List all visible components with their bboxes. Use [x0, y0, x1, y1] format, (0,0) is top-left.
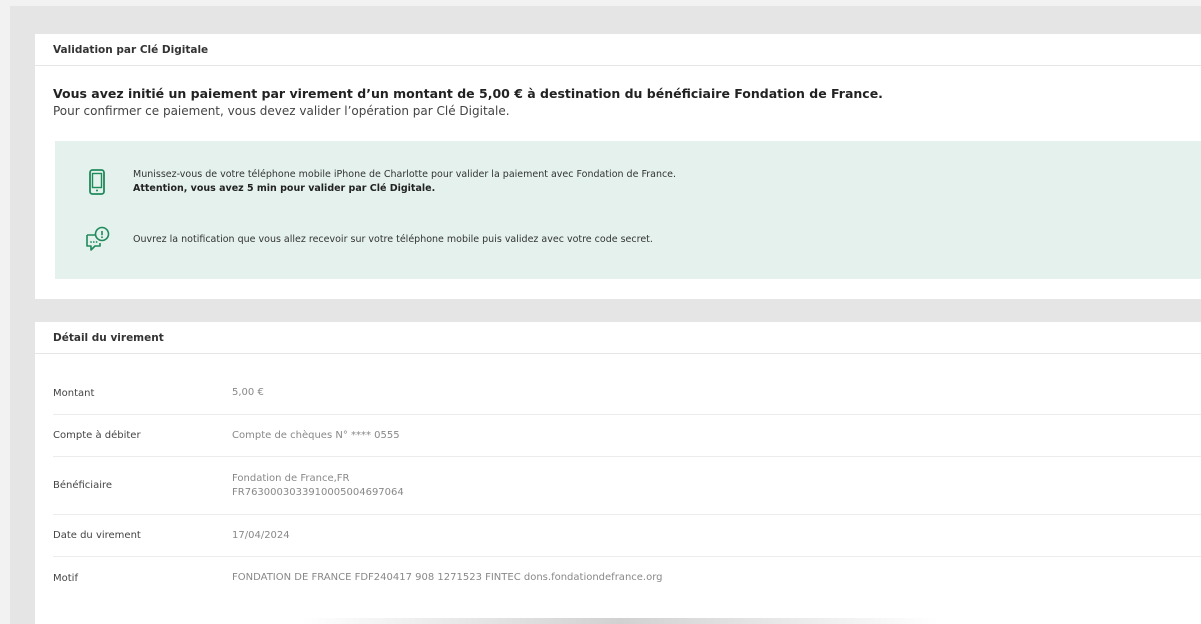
- detail-row-beneficiary: Bénéficiaire Fondation de France,FR FR76…: [53, 457, 1201, 515]
- amount-value: 5,00 €: [232, 387, 264, 398]
- detail-row-transfer-date: Date du virement 17/04/2024: [53, 515, 1201, 557]
- detail-row-amount: Montant 5,00 €: [53, 372, 1201, 415]
- notification-bubble-icon: [83, 226, 111, 254]
- validation-card-header: Validation par Clé Digitale: [35, 34, 1201, 66]
- debit-account-value: Compte de chèques N° **** 0555: [232, 429, 400, 441]
- bottom-shadow: [300, 618, 940, 624]
- payment-summary: Vous avez initié un paiement par viremen…: [53, 86, 883, 101]
- detail-label: Bénéficiaire: [53, 480, 113, 491]
- payment-instruction: Pour confirmer ce paiement, vous devez v…: [53, 104, 510, 118]
- transfer-date-value: 17/04/2024: [232, 529, 290, 541]
- transfer-detail-header: Détail du virement: [35, 322, 1201, 354]
- detail-label: Compte à débiter: [53, 430, 141, 441]
- validation-card: Validation par Clé Digitale Vous avez in…: [35, 34, 1201, 299]
- phone-instruction-line: Munissez-vous de votre téléphone mobile …: [133, 169, 677, 180]
- detail-label: Motif: [53, 572, 78, 584]
- phone-instruction-row: Munissez-vous de votre téléphone mobile …: [83, 168, 676, 196]
- smartphone-icon: [83, 168, 111, 196]
- beneficiary-value: Fondation de France,FR FR763000303391000…: [232, 472, 404, 500]
- detail-row-debit-account: Compte à débiter Compte de chèques N° **…: [53, 415, 1201, 457]
- beneficiary-name: Fondation de France,FR: [232, 472, 350, 484]
- validation-info-box: Munissez-vous de votre téléphone mobile …: [55, 141, 1201, 279]
- phone-instruction-text: Munissez-vous de votre téléphone mobile …: [133, 168, 676, 196]
- detail-row-reason: Motif FONDATION DE FRANCE FDF240417 908 …: [53, 557, 1201, 599]
- transfer-detail-table: Montant 5,00 € Compte à débiter Compte d…: [53, 372, 1201, 599]
- detail-label: Date du virement: [53, 530, 141, 541]
- payment-intro: Vous avez initié un paiement par viremen…: [53, 86, 883, 118]
- transfer-detail-card: Détail du virement Montant 5,00 € Compte…: [35, 322, 1201, 624]
- detail-label: Montant: [53, 387, 95, 399]
- beneficiary-iban: FR7630003033910005004697064: [232, 486, 404, 498]
- notification-instruction-text: Ouvrez la notification que vous allez re…: [133, 234, 653, 245]
- reason-value: FONDATION DE FRANCE FDF240417 908 127152…: [232, 572, 663, 583]
- time-limit-warning: Attention, vous avez 5 min pour valider …: [133, 183, 436, 194]
- notification-instruction-row: Ouvrez la notification que vous allez re…: [83, 226, 653, 254]
